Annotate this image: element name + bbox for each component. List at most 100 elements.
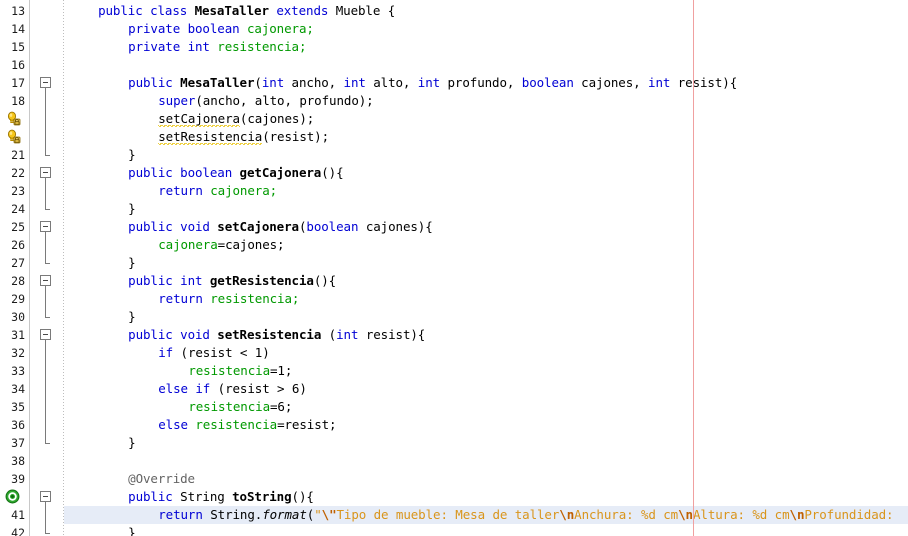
code-token: int bbox=[180, 273, 210, 288]
fold-rail-end bbox=[45, 443, 50, 444]
code-token: (resist); bbox=[262, 129, 330, 144]
fold-rail bbox=[45, 506, 46, 524]
fold-rail bbox=[45, 362, 46, 380]
line-number: 18 bbox=[11, 94, 25, 108]
code-token: @Override bbox=[128, 471, 195, 486]
code-token: int bbox=[261, 75, 292, 90]
code-token: cajones){ bbox=[365, 219, 433, 234]
fold-collapse-icon[interactable] bbox=[40, 221, 51, 232]
fold-rail bbox=[45, 254, 46, 263]
fold-rail bbox=[45, 308, 46, 317]
code-token: cajonera bbox=[158, 237, 218, 252]
fold-collapse-icon[interactable] bbox=[40, 77, 51, 88]
line-number: 13 bbox=[11, 4, 25, 18]
code-line: public void setCajonera(boolean cajones)… bbox=[128, 218, 433, 236]
code-line: } bbox=[128, 146, 136, 164]
line-number-gutter[interactable]: 13 14 15 16 17 18 21 22 23 24 25 26 27 28 29 30 31 32 33 34… bbox=[0, 0, 30, 536]
code-token: =1; bbox=[270, 363, 293, 378]
code-line: return cajonera; bbox=[158, 182, 277, 200]
fold-rail bbox=[45, 92, 46, 110]
fold-rail bbox=[45, 398, 46, 416]
code-token: int bbox=[336, 327, 366, 342]
fold-rail bbox=[45, 128, 46, 146]
code-token: public bbox=[128, 75, 181, 90]
code-token: int bbox=[648, 75, 678, 90]
code-line: else if (resist > 6) bbox=[158, 380, 307, 398]
fold-rail bbox=[45, 110, 46, 128]
line-number: 15 bbox=[11, 40, 25, 54]
code-token: (ancho, alto, profundo); bbox=[195, 93, 374, 108]
code-token: (){ bbox=[291, 489, 314, 504]
code-token: } bbox=[128, 435, 136, 450]
code-line: } bbox=[128, 200, 136, 218]
fold-collapse-icon[interactable] bbox=[40, 329, 51, 340]
fold-rail bbox=[45, 200, 46, 209]
code-token: ancho, bbox=[291, 75, 344, 90]
code-fold-gutter[interactable] bbox=[31, 0, 63, 536]
code-token: } bbox=[128, 201, 136, 216]
line-number: 21 bbox=[11, 148, 25, 162]
code-token: profundo, bbox=[447, 75, 522, 90]
code-token: MesaTaller bbox=[180, 75, 255, 90]
code-line: public String toString(){ bbox=[128, 488, 314, 506]
override-method-icon[interactable] bbox=[5, 489, 23, 505]
code-token: cajonera; bbox=[210, 183, 278, 198]
line-number: 42 bbox=[11, 526, 25, 536]
code-token: (resist < 1) bbox=[180, 345, 270, 360]
fold-rail-end bbox=[45, 155, 50, 156]
code-line: public boolean getCajonera(){ bbox=[128, 164, 343, 182]
fold-rail bbox=[45, 344, 46, 362]
code-line: public class MesaTaller extends Mueble { bbox=[98, 2, 395, 20]
fold-rail-end bbox=[45, 209, 50, 210]
fold-rail bbox=[45, 146, 46, 155]
line-number: 36 bbox=[11, 418, 25, 432]
code-token: private bbox=[128, 21, 188, 36]
current-line-highlight bbox=[64, 506, 908, 524]
code-token: cajones, bbox=[581, 75, 649, 90]
code-token: int bbox=[417, 75, 448, 90]
code-token: boolean bbox=[306, 219, 366, 234]
code-token: else bbox=[158, 417, 196, 432]
code-token: public bbox=[128, 219, 181, 234]
code-token: public bbox=[128, 165, 181, 180]
warning-bulb-icon[interactable] bbox=[5, 111, 23, 127]
code-token: super bbox=[158, 93, 196, 108]
fold-collapse-icon[interactable] bbox=[40, 491, 51, 502]
warning-bulb-icon[interactable] bbox=[5, 129, 23, 145]
fold-rail bbox=[45, 416, 46, 434]
code-token: boolean bbox=[187, 21, 247, 36]
code-token: public bbox=[128, 489, 181, 504]
code-token: =6; bbox=[270, 399, 293, 414]
code-token: (resist > 6) bbox=[217, 381, 307, 396]
line-number: 29 bbox=[11, 292, 25, 306]
line-number: 37 bbox=[11, 436, 25, 450]
fold-rail-end bbox=[45, 533, 50, 534]
code-token: private bbox=[128, 39, 188, 54]
line-number: 17 bbox=[11, 76, 25, 90]
code-token: resistencia bbox=[188, 363, 270, 378]
line-number: 39 bbox=[11, 472, 25, 486]
code-token: extends bbox=[276, 3, 336, 18]
fold-rail bbox=[45, 290, 46, 308]
code-token: boolean bbox=[180, 165, 240, 180]
code-editor[interactable]: 13 14 15 16 17 18 21 22 23 24 25 26 27 28 29 30 31 32 33 34… bbox=[0, 0, 908, 536]
code-token: resistencia; bbox=[210, 291, 300, 306]
fold-collapse-icon[interactable] bbox=[40, 275, 51, 286]
line-number: 30 bbox=[11, 310, 25, 324]
code-line: setCajonera(cajones); bbox=[158, 110, 314, 128]
code-token: =cajones; bbox=[217, 237, 285, 252]
code-token: resistencia bbox=[188, 399, 270, 414]
warning-underlined-token: setResistencia bbox=[158, 129, 263, 145]
code-token: toString bbox=[232, 489, 292, 504]
code-token: cajonera; bbox=[246, 21, 314, 36]
code-line: private boolean cajonera; bbox=[128, 20, 314, 38]
code-line: cajonera=cajones; bbox=[158, 236, 284, 254]
code-token: (cajones); bbox=[239, 111, 315, 126]
code-token: =resist; bbox=[277, 417, 337, 432]
fold-collapse-icon[interactable] bbox=[40, 167, 51, 178]
code-line: } bbox=[128, 308, 136, 326]
code-token: resist){ bbox=[677, 75, 738, 90]
code-token: void bbox=[180, 327, 218, 342]
code-line: } bbox=[128, 254, 136, 272]
line-number: 16 bbox=[11, 58, 25, 72]
